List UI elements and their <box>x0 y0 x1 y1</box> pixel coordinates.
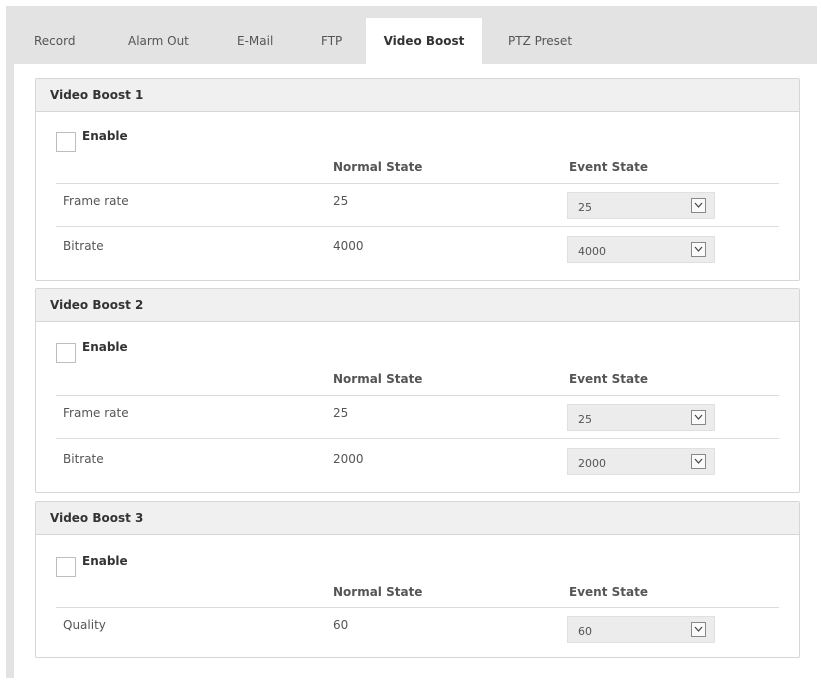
select-value: 25 <box>578 201 592 214</box>
normal-state-header: Normal State <box>333 372 423 386</box>
enable-checkbox[interactable] <box>56 343 76 363</box>
quality-normal-value: 60 <box>333 618 349 632</box>
video-boost-1-section: Video Boost 1 Enable Normal State Event … <box>35 78 800 281</box>
video-boost-3-section: Video Boost 3 Enable Normal State Event … <box>35 501 800 658</box>
frame-rate-event-select[interactable]: 25 <box>567 404 715 431</box>
chevron-down-icon[interactable] <box>691 242 706 257</box>
frame-rate-normal-value: 25 <box>333 194 349 208</box>
divider <box>56 226 779 227</box>
section-title: Video Boost 2 <box>36 289 799 322</box>
tab-video-boost[interactable]: Video Boost <box>366 18 482 64</box>
select-value: 25 <box>578 413 592 426</box>
divider <box>56 395 779 396</box>
enable-checkbox[interactable] <box>56 132 76 152</box>
bitrate-label: Bitrate <box>63 452 104 466</box>
quality-label: Quality <box>63 618 106 632</box>
bitrate-normal-value: 2000 <box>333 452 364 466</box>
enable-label: Enable <box>82 340 128 354</box>
bitrate-label: Bitrate <box>63 239 104 253</box>
bitrate-event-select[interactable]: 4000 <box>567 236 715 263</box>
chevron-down-icon[interactable] <box>691 410 706 425</box>
event-state-header: Event State <box>569 160 648 174</box>
divider <box>56 438 779 439</box>
quality-event-select[interactable]: 60 <box>567 616 715 643</box>
frame-rate-normal-value: 25 <box>333 406 349 420</box>
tab-alarm-out[interactable]: Alarm Out <box>128 18 189 64</box>
chevron-down-icon[interactable] <box>691 198 706 213</box>
section-title: Video Boost 1 <box>36 79 799 112</box>
tab-bar: Record Alarm Out E-Mail FTP Video Boost … <box>14 14 821 64</box>
bitrate-normal-value: 4000 <box>333 239 364 253</box>
event-state-header: Event State <box>569 372 648 386</box>
tab-record[interactable]: Record <box>34 18 75 64</box>
select-value: 60 <box>578 625 592 638</box>
normal-state-header: Normal State <box>333 585 423 599</box>
select-value: 4000 <box>578 245 606 258</box>
section-title: Video Boost 3 <box>36 502 799 535</box>
chevron-down-icon[interactable] <box>691 622 706 637</box>
frame-rate-event-select[interactable]: 25 <box>567 192 715 219</box>
normal-state-header: Normal State <box>333 160 423 174</box>
video-boost-2-section: Video Boost 2 Enable Normal State Event … <box>35 288 800 493</box>
enable-label: Enable <box>82 129 128 143</box>
frame-rate-label: Frame rate <box>63 406 129 420</box>
video-boost-panel: Video Boost 1 Enable Normal State Event … <box>14 64 817 678</box>
divider <box>56 183 779 184</box>
tab-e-mail[interactable]: E-Mail <box>237 18 273 64</box>
chevron-down-icon[interactable] <box>691 454 706 469</box>
enable-checkbox[interactable] <box>56 557 76 577</box>
bitrate-event-select[interactable]: 2000 <box>567 448 715 475</box>
enable-label: Enable <box>82 554 128 568</box>
frame-rate-label: Frame rate <box>63 194 129 208</box>
tab-ftp[interactable]: FTP <box>321 18 342 64</box>
event-state-header: Event State <box>569 585 648 599</box>
divider <box>56 607 779 608</box>
select-value: 2000 <box>578 457 606 470</box>
tab-ptz-preset[interactable]: PTZ Preset <box>508 18 572 64</box>
